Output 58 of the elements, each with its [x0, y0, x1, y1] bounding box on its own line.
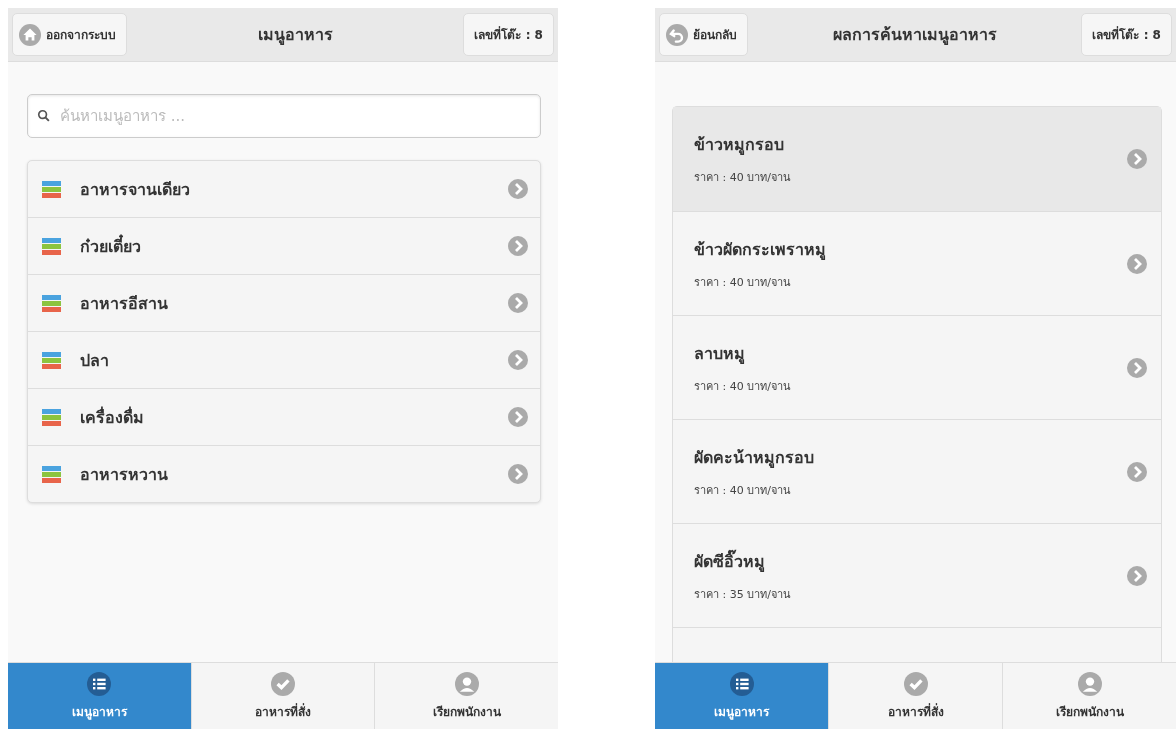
category-icon: [42, 351, 61, 369]
chevron-right-icon: [508, 407, 528, 427]
user-icon: [1077, 671, 1102, 696]
category-icon: [42, 465, 61, 483]
chevron-right-icon: [1127, 149, 1147, 169]
chevron-right-icon: [508, 179, 528, 199]
item-name: ลาบหมู: [694, 342, 746, 366]
category-item[interactable]: ปลา: [28, 331, 540, 388]
back-button[interactable]: ย้อนกลับ: [659, 13, 748, 56]
page-title: เมนูอาหาร: [257, 24, 333, 47]
chevron-right-icon: [1127, 565, 1147, 586]
item-name: ข้าวหมูกรอบ: [694, 134, 785, 157]
page-title: ผลการค้นหาเมนูอาหาร: [832, 24, 997, 47]
chevron-right-icon: [508, 350, 528, 370]
category-icon: [42, 237, 61, 255]
category-icon: [42, 180, 61, 198]
chevron-right-icon: [508, 236, 528, 256]
item-price: ราคา : 40 บาท/จาน: [694, 274, 792, 291]
category-item[interactable]: อาหารจานเดียว: [28, 161, 540, 217]
category-item[interactable]: อาหารอีสาน: [28, 274, 540, 331]
menu-item[interactable]: ลาบหมู ราคา : 40 บาท/จาน: [673, 315, 1161, 419]
menu-item[interactable]: ข้าวผัดกระเพราหมู ราคา : 40 บาท/จาน: [673, 211, 1161, 315]
menu-item[interactable]: ข้าวหมูกรอบ ราคา : 40 บาท/จาน: [673, 107, 1161, 211]
home-icon: [19, 23, 41, 46]
menu-item[interactable]: ผัดคะน้าหมูกรอบ ราคา : 40 บาท/จาน: [673, 419, 1161, 523]
list-icon: [87, 671, 112, 696]
check-icon: [271, 671, 295, 696]
user-icon: [454, 671, 479, 696]
chevron-right-icon: [508, 464, 528, 484]
back-icon: [666, 23, 688, 46]
category-item[interactable]: อาหารหวาน: [28, 445, 540, 502]
chevron-right-icon: [1127, 357, 1147, 378]
tab[interactable]: เมนูอาหาร: [8, 663, 191, 729]
item-price: ราคา : 40 บาท/จาน: [694, 378, 792, 395]
item-name: ข้าวผัดกระเพราหมู: [694, 238, 827, 262]
item-price: ราคา : 40 บาท/จาน: [694, 482, 792, 499]
tab[interactable]: เรียกพนักงาน: [374, 663, 558, 729]
tab[interactable]: อาหารที่สั่ง: [828, 663, 1002, 729]
category-item[interactable]: เครื่องดื่ม: [28, 388, 540, 445]
chevron-right-icon: [1127, 461, 1147, 482]
logout-button[interactable]: ออกจากระบบ: [12, 13, 127, 56]
category-item[interactable]: ก๋วยเตี๋ยว: [28, 217, 540, 274]
category-icon: [42, 294, 61, 312]
chevron-right-icon: [1127, 253, 1147, 274]
item-name: ผัดคะน้าหมูกรอบ: [694, 446, 815, 470]
table-number-button[interactable]: เลขที่โต๊ะ : 8: [463, 13, 554, 56]
tab[interactable]: เมนูอาหาร: [655, 663, 828, 729]
search-field[interactable]: ค้นหาเมนูอาหาร ...: [27, 94, 541, 138]
item-price: ราคา : 40 บาท/จาน: [694, 170, 792, 186]
item-name: ผัดซีอิ๊วหมู: [694, 548, 766, 574]
item-price: ราคา : 35 บาท/จาน: [694, 586, 792, 603]
list-icon: [729, 671, 754, 696]
table-number-button[interactable]: เลขที่โต๊ะ : 8: [1081, 13, 1172, 56]
check-icon: [903, 671, 928, 696]
tab[interactable]: อาหารที่สั่ง: [190, 663, 375, 729]
tab[interactable]: เรียกพนักงาน: [1002, 663, 1176, 729]
category-icon: [42, 408, 61, 426]
chevron-right-icon: [508, 293, 528, 313]
